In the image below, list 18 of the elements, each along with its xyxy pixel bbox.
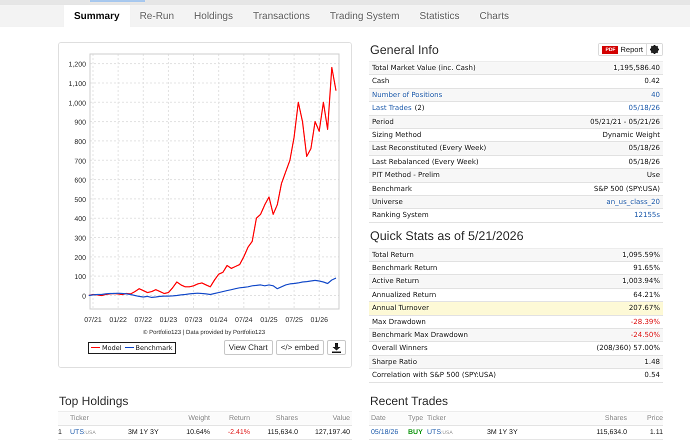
section-title: General Info	[369, 42, 439, 56]
chart-button[interactable]: </> embed	[276, 340, 324, 355]
tab[interactable]: Holdings	[184, 5, 243, 27]
tab-indicator	[90, 0, 145, 2]
tab[interactable]: Re-Run	[130, 5, 184, 27]
settings-icon	[650, 45, 659, 54]
section-title: Recent Trades	[369, 394, 450, 408]
section-title: Quick Stats as of 5/21/2026	[369, 228, 525, 243]
tab[interactable]: Transactions	[242, 5, 320, 27]
section-title: Top Holdings	[58, 394, 130, 408]
settings-button[interactable]	[646, 44, 662, 55]
download-icon	[332, 342, 341, 352]
tab[interactable]: Summary	[64, 5, 130, 27]
tab[interactable]: Trading System	[320, 5, 410, 27]
tab[interactable]: Statistics	[410, 5, 470, 27]
chart-button[interactable]: View Chart	[224, 340, 273, 355]
tab[interactable]: Charts	[470, 5, 519, 27]
download-button[interactable]	[327, 340, 346, 355]
